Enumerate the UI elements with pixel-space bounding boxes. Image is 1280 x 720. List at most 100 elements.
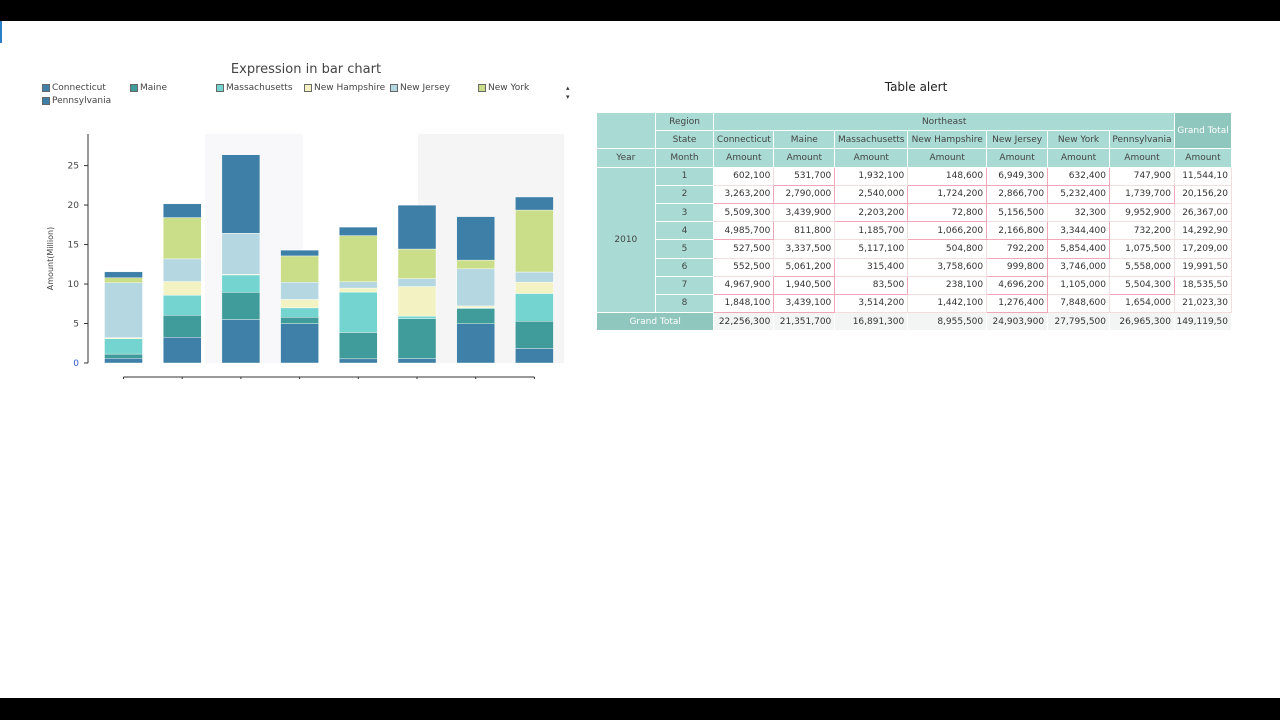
- grand-total-cell[interactable]: 22,256,300: [713, 312, 775, 332]
- legend-item[interactable]: Maine: [130, 83, 167, 93]
- amount-cell[interactable]: 5,509,300: [713, 202, 775, 223]
- row-total-cell[interactable]: 18,535,50: [1173, 275, 1232, 295]
- grand-total-cell[interactable]: 27,795,500: [1047, 312, 1110, 332]
- amount-cell[interactable]: 3,337,500: [773, 239, 836, 259]
- grand-total-cell[interactable]: 149,119,50: [1173, 312, 1232, 332]
- amount-cell[interactable]: 3,439,900: [773, 202, 836, 223]
- state-header-cell[interactable]: Massachusetts: [834, 130, 909, 150]
- amount-cell[interactable]: 3,344,400: [1047, 221, 1110, 241]
- legend-item[interactable]: Pennsylvania: [42, 96, 111, 106]
- amount-cell[interactable]: 3,758,600: [907, 257, 988, 277]
- amount-cell[interactable]: 1,739,700: [1109, 184, 1175, 204]
- state-header-cell[interactable]: Maine: [773, 130, 836, 150]
- amount-cell[interactable]: 2,790,000: [773, 184, 836, 204]
- legend-label: Pennsylvania: [52, 96, 112, 106]
- amount-cell[interactable]: 2,203,200: [834, 202, 909, 223]
- amount-cell[interactable]: 2,866,700: [986, 184, 1049, 204]
- amount-cell[interactable]: 732,200: [1109, 221, 1175, 241]
- amount-cell[interactable]: 552,500: [713, 257, 775, 277]
- row-total-cell[interactable]: 14,292,90: [1173, 221, 1232, 241]
- amount-cell[interactable]: 1,075,500: [1109, 239, 1175, 259]
- amount-cell[interactable]: 531,700: [773, 166, 836, 186]
- amount-cell[interactable]: 7,848,600: [1047, 293, 1110, 314]
- legend-swatch: [42, 97, 50, 105]
- amount-header-cell: Amount: [834, 148, 909, 168]
- amount-cell[interactable]: 315,400: [834, 257, 909, 277]
- bar-segment: [162, 315, 202, 338]
- row-total-cell[interactable]: 19,991,50: [1173, 257, 1232, 277]
- state-header-cell[interactable]: New Jersey: [986, 130, 1049, 150]
- amount-cell[interactable]: 811,800: [773, 221, 836, 241]
- row-total-cell[interactable]: 11,544,10: [1173, 166, 1232, 186]
- legend-scroll-control[interactable]: ▴ ▾: [566, 84, 570, 102]
- amount-cell[interactable]: 1,442,100: [907, 293, 988, 314]
- amount-cell[interactable]: 1,185,700: [834, 221, 909, 241]
- grand-total-label: Grand Total: [596, 312, 715, 332]
- amount-cell[interactable]: 9,952,900: [1109, 202, 1175, 223]
- amount-cell[interactable]: 3,439,100: [773, 293, 836, 314]
- amount-cell[interactable]: 1,105,000: [1047, 275, 1110, 295]
- amount-cell[interactable]: 1,654,000: [1109, 293, 1175, 314]
- legend-item[interactable]: New Hampshire: [304, 83, 385, 93]
- amount-cell[interactable]: 5,061,200: [773, 257, 836, 277]
- amount-cell[interactable]: 2,540,000: [834, 184, 909, 204]
- legend-scroll-down-icon[interactable]: ▾: [566, 93, 570, 102]
- table-row: 2 3,263,200 2,790,000 2,540,000 1,724,200 2,8…: [597, 184, 1232, 204]
- pivot-table-container[interactable]: Region Northeast Grand Total State Connectic…: [596, 112, 1232, 332]
- amount-cell[interactable]: 1,276,400: [986, 293, 1049, 314]
- row-total-cell[interactable]: 21,023,30: [1173, 293, 1232, 314]
- amount-cell[interactable]: 83,500: [834, 275, 909, 295]
- amount-cell[interactable]: 602,100: [713, 166, 775, 186]
- row-total-cell[interactable]: 17,209,00: [1173, 239, 1232, 259]
- amount-cell[interactable]: 3,746,000: [1047, 257, 1110, 277]
- amount-cell[interactable]: 3,263,200: [713, 184, 775, 204]
- amount-cell[interactable]: 4,967,900: [713, 275, 775, 295]
- amount-cell[interactable]: 4,985,700: [713, 221, 775, 241]
- amount-cell[interactable]: 2,166,800: [986, 221, 1049, 241]
- grand-total-cell[interactable]: 16,891,300: [834, 312, 909, 332]
- amount-cell[interactable]: 4,696,200: [986, 275, 1049, 295]
- amount-cell[interactable]: 5,232,400: [1047, 184, 1110, 204]
- amount-cell[interactable]: 5,117,100: [834, 239, 909, 259]
- grand-total-cell[interactable]: 21,351,700: [773, 312, 836, 332]
- grand-total-cell[interactable]: 8,955,500: [907, 312, 988, 332]
- legend-item[interactable]: Massachusetts: [216, 83, 293, 93]
- state-header-cell[interactable]: New Hampshire: [907, 130, 988, 150]
- amount-cell[interactable]: 32,300: [1047, 202, 1110, 223]
- amount-cell[interactable]: 792,200: [986, 239, 1049, 259]
- amount-cell[interactable]: 1,066,200: [907, 221, 988, 241]
- region-header-cell[interactable]: Northeast: [713, 112, 1175, 132]
- grand-total-cell[interactable]: 24,903,900: [986, 312, 1049, 332]
- amount-cell[interactable]: 6,949,300: [986, 166, 1049, 186]
- amount-cell[interactable]: 1,724,200: [907, 184, 988, 204]
- amount-cell[interactable]: 999,800: [986, 257, 1049, 277]
- legend-item[interactable]: New York: [478, 83, 529, 93]
- amount-cell[interactable]: 1,932,100: [834, 166, 909, 186]
- state-header-cell[interactable]: Pennsylvania: [1109, 130, 1175, 150]
- amount-cell[interactable]: 5,558,000: [1109, 257, 1175, 277]
- amount-cell[interactable]: 72,800: [907, 202, 988, 223]
- amount-cell[interactable]: 148,600: [907, 166, 988, 186]
- amount-cell[interactable]: 5,854,400: [1047, 239, 1110, 259]
- amount-cell[interactable]: 5,504,300: [1109, 275, 1175, 295]
- amount-cell[interactable]: 632,400: [1047, 166, 1110, 186]
- amount-cell[interactable]: 1,940,500: [773, 275, 836, 295]
- bar-segment: [104, 277, 143, 283]
- amount-cell[interactable]: 504,800: [907, 239, 988, 259]
- state-header-cell[interactable]: New York: [1047, 130, 1110, 150]
- bar-segment: [280, 307, 319, 318]
- amount-cell[interactable]: 5,156,500: [986, 202, 1049, 223]
- y-tick-label: 15: [68, 241, 79, 251]
- amount-cell[interactable]: 527,500: [713, 239, 775, 259]
- legend-scroll-up-icon[interactable]: ▴: [566, 84, 570, 93]
- state-header-cell[interactable]: Connecticut: [713, 130, 775, 150]
- amount-cell[interactable]: 747,900: [1109, 166, 1175, 186]
- row-total-cell[interactable]: 26,367,00: [1173, 202, 1232, 223]
- legend-item[interactable]: Connecticut: [42, 83, 106, 93]
- amount-cell[interactable]: 1,848,100: [713, 293, 775, 314]
- legend-item[interactable]: New Jersey: [390, 83, 450, 93]
- row-total-cell[interactable]: 20,156,20: [1173, 184, 1232, 204]
- amount-cell[interactable]: 238,100: [907, 275, 988, 295]
- amount-cell[interactable]: 3,514,200: [834, 293, 909, 314]
- grand-total-cell[interactable]: 26,965,300: [1109, 312, 1175, 332]
